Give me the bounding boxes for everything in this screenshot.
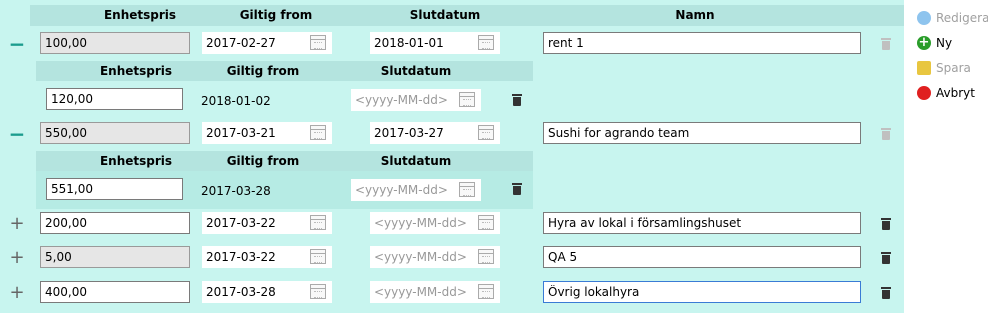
header-end-date: Slutdatum <box>409 8 481 22</box>
valid-from-datepicker[interactable]: 2017-03-28 <box>202 281 332 303</box>
history-valid-from: 2017-03-28 <box>201 184 271 198</box>
plus-icon: + <box>917 35 931 50</box>
expand-toggle[interactable]: + <box>8 215 26 233</box>
floppy-disk-icon <box>917 61 931 75</box>
expand-toggle[interactable]: + <box>8 284 26 302</box>
trash-icon[interactable] <box>881 128 891 140</box>
calendar-icon[interactable] <box>310 35 326 50</box>
cancel-icon <box>917 86 931 100</box>
history-valid-from: 2018-01-02 <box>201 94 271 108</box>
history-header-unit-price: Enhetspris <box>99 154 173 168</box>
name-field-focused[interactable] <box>543 281 861 303</box>
unit-price-field[interactable] <box>40 281 190 303</box>
end-date-datepicker[interactable]: 2017-03-27 <box>370 122 500 144</box>
end-date-value: 2018-01-01 <box>374 36 444 50</box>
edit-label: Redigera <box>936 11 988 25</box>
calendar-icon[interactable] <box>310 215 326 230</box>
valid-from-value: 2017-03-22 <box>206 216 276 230</box>
trash-icon[interactable] <box>881 287 891 299</box>
end-date-datepicker[interactable]: <yyyy-MM-dd> <box>370 281 500 303</box>
new-label: Ny <box>936 36 953 50</box>
valid-from-datepicker[interactable]: 2017-02-27 <box>202 32 332 54</box>
calendar-icon[interactable] <box>478 284 494 299</box>
name-field[interactable] <box>543 122 861 144</box>
date-placeholder: <yyyy-MM-dd> <box>374 216 467 230</box>
history-header-row: Enhetspris Giltig from Slutdatum <box>36 151 533 171</box>
end-date-datepicker[interactable]: 2018-01-01 <box>370 32 500 54</box>
trash-icon[interactable] <box>881 252 891 264</box>
calendar-icon[interactable] <box>478 249 494 264</box>
calendar-icon[interactable] <box>310 125 326 140</box>
calendar-icon[interactable] <box>310 284 326 299</box>
valid-from-value: 2017-03-28 <box>206 285 276 299</box>
history-end-date-datepicker[interactable]: <yyyy-MM-dd> <box>351 179 481 201</box>
column-header-row: Enhetspris Giltig from Slutdatum Namn <box>30 5 904 26</box>
history-header-row: Enhetspris Giltig from Slutdatum <box>36 61 533 81</box>
calendar-icon[interactable] <box>478 215 494 230</box>
history-header-end-date: Slutdatum <box>380 154 452 168</box>
unit-price-field[interactable] <box>40 212 190 234</box>
unit-price-field[interactable] <box>40 246 190 268</box>
history-header-end-date: Slutdatum <box>380 64 452 78</box>
history-unit-price-field[interactable] <box>46 178 183 200</box>
valid-from-datepicker[interactable]: 2017-03-21 <box>202 122 332 144</box>
history-header-valid-from: Giltig from <box>226 154 300 168</box>
calendar-icon[interactable] <box>459 92 475 107</box>
end-date-datepicker[interactable]: <yyyy-MM-dd> <box>370 212 500 234</box>
calendar-icon[interactable] <box>478 35 494 50</box>
trash-icon[interactable] <box>512 94 522 106</box>
valid-from-value: 2017-03-21 <box>206 126 276 140</box>
date-placeholder: <yyyy-MM-dd> <box>374 285 467 299</box>
end-date-value: 2017-03-27 <box>374 126 444 140</box>
valid-from-value: 2017-02-27 <box>206 36 276 50</box>
history-header-unit-price: Enhetspris <box>99 64 173 78</box>
date-placeholder: <yyyy-MM-dd> <box>355 93 448 107</box>
cancel-label: Avbryt <box>936 86 975 100</box>
history-row: 2018-01-02 <yyyy-MM-dd> <box>36 81 533 119</box>
pencil-icon <box>917 11 931 25</box>
history-header-valid-from: Giltig from <box>226 64 300 78</box>
unit-price-field[interactable] <box>40 32 190 54</box>
price-grid: Enhetspris Giltig from Slutdatum Namn − … <box>0 0 904 313</box>
trash-icon[interactable] <box>512 183 522 195</box>
header-name: Namn <box>675 8 715 22</box>
date-placeholder: <yyyy-MM-dd> <box>355 183 448 197</box>
history-end-date-datepicker[interactable]: <yyyy-MM-dd> <box>351 89 481 111</box>
name-field[interactable] <box>543 32 861 54</box>
collapse-toggle[interactable]: − <box>8 124 26 144</box>
expand-toggle[interactable]: + <box>8 249 26 267</box>
save-label: Spara <box>936 61 971 75</box>
date-placeholder: <yyyy-MM-dd> <box>374 250 467 264</box>
trash-icon[interactable] <box>881 38 891 50</box>
end-date-datepicker[interactable]: <yyyy-MM-dd> <box>370 246 500 268</box>
trash-icon[interactable] <box>881 218 891 230</box>
valid-from-datepicker[interactable]: 2017-03-22 <box>202 212 332 234</box>
name-field[interactable] <box>543 212 861 234</box>
name-field[interactable] <box>543 246 861 268</box>
history-unit-price-field[interactable] <box>46 88 183 110</box>
collapse-toggle[interactable]: − <box>8 34 26 54</box>
unit-price-field[interactable] <box>40 122 190 144</box>
history-row-selected: 2017-03-28 <yyyy-MM-dd> <box>36 171 533 209</box>
header-unit-price: Enhetspris <box>103 8 177 22</box>
header-valid-from: Giltig from <box>239 8 313 22</box>
valid-from-datepicker[interactable]: 2017-03-22 <box>202 246 332 268</box>
calendar-icon[interactable] <box>459 182 475 197</box>
calendar-icon[interactable] <box>310 249 326 264</box>
calendar-icon[interactable] <box>478 125 494 140</box>
valid-from-value: 2017-03-22 <box>206 250 276 264</box>
